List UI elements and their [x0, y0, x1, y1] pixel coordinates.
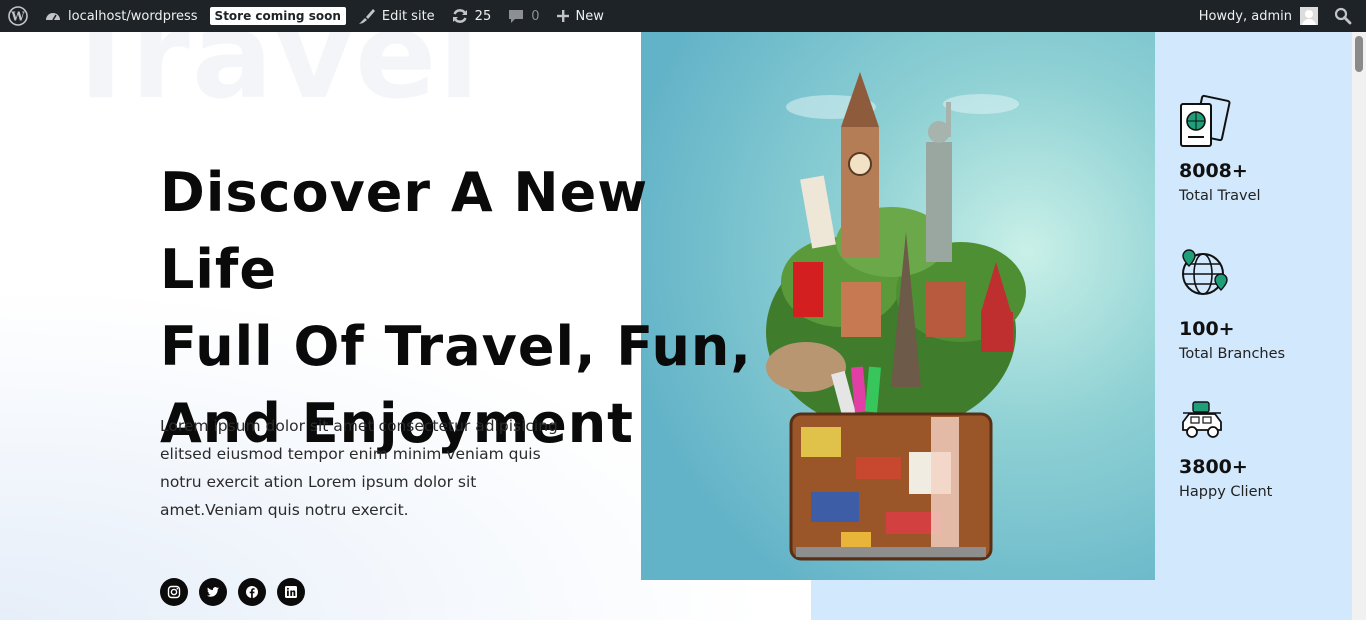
search-button[interactable] — [1326, 0, 1366, 32]
hero-title-line-1: Discover A New Life — [160, 161, 649, 301]
social-links — [160, 578, 305, 606]
stat-label-happy-client: Happy Client — [1179, 484, 1273, 500]
stat-happy-client: 3800+ Happy Client — [1179, 400, 1349, 500]
stat-value-happy-client: 3800+ — [1179, 456, 1248, 478]
stat-total-travel: 8008+ Total Travel — [1179, 94, 1349, 204]
hero-title-line-2: Full Of Travel, Fun, — [160, 315, 752, 378]
wordpress-logo-button[interactable]: W — [0, 0, 36, 32]
edit-site-label: Edit site — [381, 8, 435, 24]
twitter-icon — [207, 587, 219, 597]
updates-icon — [452, 9, 467, 23]
stat-label-total-travel: Total Travel — [1179, 188, 1261, 204]
admin-bar: W localhost/wordpress Store coming soon … — [0, 0, 1366, 32]
svg-text:W: W — [10, 10, 25, 24]
site-name-link[interactable]: localhost/wordpress — [36, 0, 206, 32]
stat-total-branches: 100+ Total Branches — [1179, 246, 1349, 362]
scrollbar-thumb[interactable] — [1355, 36, 1363, 72]
car-luggage-icon — [1182, 401, 1222, 438]
hero-description: Lorem ipsum dolor sit amet consectetur a… — [160, 417, 558, 519]
background-watermark-word: Travel — [60, 32, 482, 126]
new-content-link[interactable]: New — [548, 0, 612, 32]
instagram-link[interactable] — [160, 578, 188, 606]
globe-pin-icon — [1182, 249, 1228, 295]
twitter-link[interactable] — [199, 578, 227, 606]
linkedin-link[interactable] — [277, 578, 305, 606]
stat-value-total-branches: 100+ — [1179, 318, 1235, 340]
comments-count: 0 — [531, 8, 540, 24]
comment-icon — [509, 10, 524, 23]
passport-icon — [1180, 94, 1231, 147]
updates-link[interactable]: 25 — [443, 0, 500, 32]
stat-label-total-branches: Total Branches — [1179, 346, 1286, 362]
my-account-link[interactable]: Howdy, admin — [1191, 0, 1326, 32]
search-icon — [1334, 7, 1352, 25]
dashboard-icon — [46, 13, 60, 21]
howdy-label: Howdy, admin — [1198, 8, 1292, 24]
site-name-label: localhost/wordpress — [68, 8, 198, 24]
new-label: New — [575, 8, 604, 24]
hero-section: Travel Discover A New Life Full Of Trave… — [0, 32, 1352, 620]
linkedin-icon — [285, 586, 297, 598]
stat-value-total-travel: 8008+ — [1179, 160, 1248, 182]
store-status-badge[interactable]: Store coming soon — [209, 7, 346, 25]
wordpress-icon: W — [8, 6, 28, 26]
edit-site-link[interactable]: Edit site — [350, 0, 443, 32]
avatar — [1300, 7, 1318, 25]
updates-count: 25 — [474, 8, 492, 24]
plus-icon — [556, 10, 569, 22]
instagram-icon — [167, 585, 181, 599]
page-scrollbar[interactable] — [1352, 32, 1366, 620]
facebook-link[interactable] — [238, 578, 266, 606]
comments-link[interactable]: 0 — [499, 0, 547, 32]
brush-icon — [358, 9, 375, 24]
facebook-icon — [246, 586, 258, 598]
